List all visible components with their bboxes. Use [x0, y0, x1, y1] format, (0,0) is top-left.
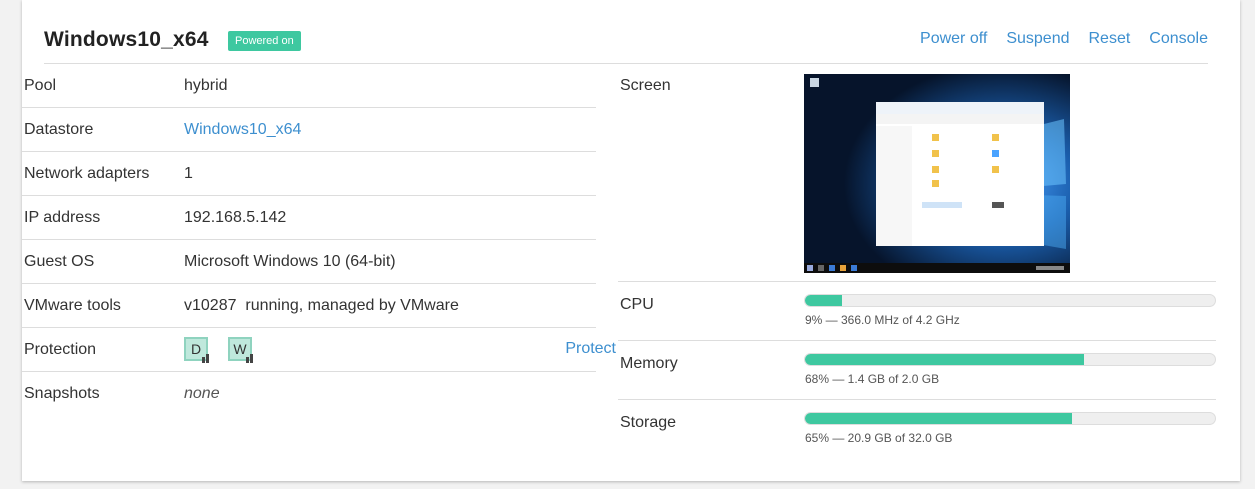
detail-label: VMware tools [24, 297, 121, 314]
detail-row-pool: Pool hybrid [22, 64, 596, 108]
detail-label: Protection [24, 341, 97, 358]
screen-label: Screen [620, 77, 671, 94]
storage-label: Storage [620, 414, 677, 431]
memory-usage-bar [804, 353, 1216, 366]
detail-label: Pool [24, 77, 57, 94]
detail-label: Datastore [24, 121, 94, 138]
storage-usage-row: Storage 65% — 20.9 GB of 32.0 GB [618, 400, 1216, 459]
storage-usage-fill [805, 413, 1072, 424]
detail-row-vmware-tools: VMware tools v10287 running, managed by … [22, 284, 596, 328]
protection-letter: D [190, 341, 202, 357]
vm-name-title: Windows10_x64 [44, 28, 209, 51]
detail-row-snapshots: Snapshots none [22, 372, 596, 416]
desktop-preview-image [804, 74, 1070, 273]
signal-bars-icon [246, 354, 254, 363]
suspend-button[interactable]: Suspend [1006, 30, 1069, 48]
screen-thumbnail[interactable] [804, 74, 1070, 273]
detail-label: IP address [24, 209, 101, 226]
detail-value: 1 [184, 165, 193, 182]
protect-link[interactable]: Protect [565, 340, 616, 358]
cpu-usage-text: 9% — 366.0 MHz of 4.2 GHz [805, 313, 960, 327]
resource-panel: Screen CPU 9% — 366.0 MHz of 4.2 GHz Mem… [618, 64, 1216, 459]
detail-label: Snapshots [24, 385, 100, 402]
storage-usage-text: 65% — 20.9 GB of 32.0 GB [805, 431, 953, 445]
detail-row-datastore: Datastore Windows10_x64 [22, 108, 596, 152]
detail-row-protection: Protection D W Protect [22, 328, 616, 372]
screen-row: Screen [618, 64, 1216, 282]
cpu-usage-bar [804, 294, 1216, 307]
protection-badge-d[interactable]: D [184, 337, 210, 363]
power-off-button[interactable]: Power off [920, 30, 987, 48]
cpu-usage-row: CPU 9% — 366.0 MHz of 4.2 GHz [618, 282, 1216, 341]
reset-button[interactable]: Reset [1089, 30, 1131, 48]
memory-usage-fill [805, 354, 1084, 365]
details-table: Pool hybrid Datastore Windows10_x64 Netw… [22, 64, 616, 416]
detail-label: Guest OS [24, 253, 95, 270]
detail-value: 192.168.5.142 [184, 209, 287, 226]
detail-row-network-adapters: Network adapters 1 [22, 152, 596, 196]
storage-usage-bar [804, 412, 1216, 425]
cpu-label: CPU [620, 296, 654, 313]
detail-row-ip-address: IP address 192.168.5.142 [22, 196, 596, 240]
detail-value: Microsoft Windows 10 (64-bit) [184, 253, 396, 270]
protection-letter: W [233, 341, 247, 357]
cpu-usage-fill [805, 295, 842, 306]
memory-usage-text: 68% — 1.4 GB of 2.0 GB [805, 372, 940, 386]
memory-label: Memory [620, 355, 678, 372]
signal-bars-icon [202, 354, 210, 363]
vm-actions: Power off Suspend Reset Console [920, 30, 1208, 48]
detail-label: Network adapters [24, 165, 150, 182]
detail-value: v10287 running, managed by VMware [184, 297, 459, 314]
card-header: Windows10_x64 Powered on Power off Suspe… [44, 28, 1208, 64]
detail-row-guest-os: Guest OS Microsoft Windows 10 (64-bit) [22, 240, 596, 284]
protection-badge-w[interactable]: W [228, 337, 254, 363]
console-button[interactable]: Console [1149, 30, 1208, 48]
detail-value: hybrid [184, 77, 228, 94]
datastore-link[interactable]: Windows10_x64 [184, 121, 301, 139]
memory-usage-row: Memory 68% — 1.4 GB of 2.0 GB [618, 341, 1216, 400]
status-badge: Powered on [228, 31, 301, 51]
detail-value: none [184, 385, 220, 402]
